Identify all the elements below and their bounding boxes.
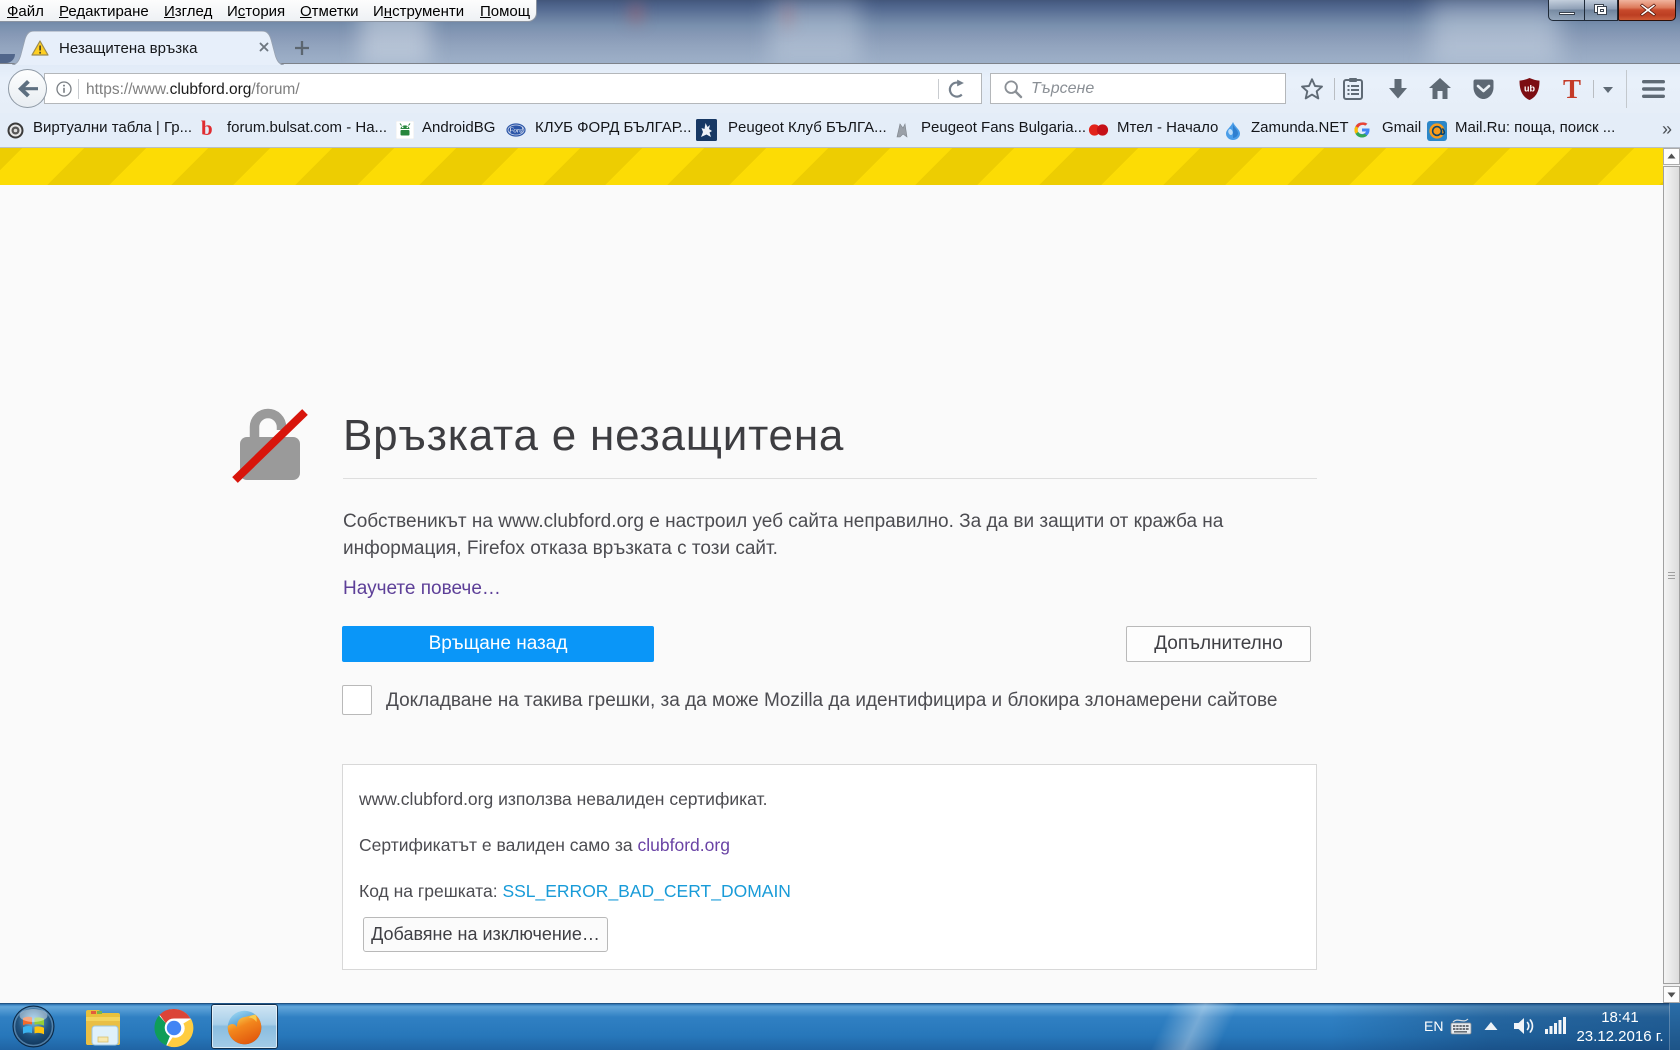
svg-text:ub: ub bbox=[1524, 84, 1535, 94]
svg-text:Ford: Ford bbox=[508, 127, 523, 135]
